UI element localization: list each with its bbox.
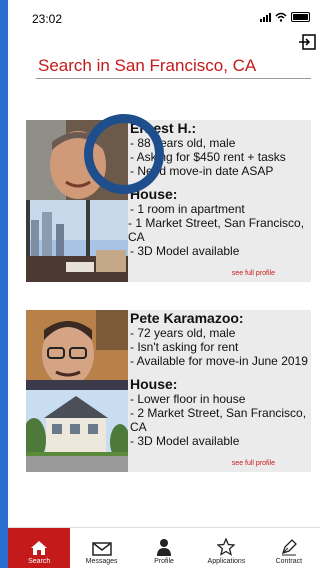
house-detail-line: - 1 Market Street, San Francisco, CA [128, 216, 305, 244]
house-detail-line: - 3D Model available [130, 244, 240, 258]
title-divider [36, 78, 311, 79]
tab-profile[interactable]: Profile [133, 528, 195, 568]
person-photo [26, 310, 128, 390]
tab-label: Profile [154, 558, 174, 565]
tab-search[interactable]: Search [8, 528, 71, 568]
mail-icon [91, 542, 112, 556]
detail-line: - Available for move-in June 2019 [130, 354, 308, 368]
house-detail-line: - Lower floor in house [130, 392, 246, 406]
person-icon [157, 539, 172, 556]
pen-icon [281, 539, 297, 556]
tab-label: Search [28, 558, 51, 565]
house-heading: House: [130, 186, 178, 202]
tab-label: Applications [207, 558, 246, 565]
detail-line: - Isn't asking for rent [130, 340, 239, 354]
loading-ring [84, 114, 164, 194]
tab-label: Messages [85, 558, 118, 565]
tab-messages[interactable]: Messages [70, 528, 132, 568]
house-detail-line: - 1 room in apartment [130, 202, 245, 216]
status-icons [260, 12, 310, 22]
tenant-name: Pete Karamazoo: [130, 310, 244, 326]
wifi-icon [275, 12, 287, 22]
status-bar: 23:02 [8, 0, 320, 34]
logout-icon[interactable] [298, 34, 316, 50]
star-icon [217, 538, 236, 556]
page-title: Search in San Francisco, CA [38, 56, 257, 75]
tab-applications[interactable]: Applications [195, 528, 257, 568]
tab-bar: Search Messages Profile Applications Con… [8, 527, 320, 568]
signal-icon [260, 12, 271, 22]
see-profile-link[interactable]: see full profile [232, 460, 275, 467]
tab-contract[interactable]: Contract [258, 528, 320, 568]
detail-line: - 72 years old, male [130, 326, 236, 340]
listing-card[interactable]: Pete Karamazoo: - 72 years old, male - I… [26, 310, 311, 472]
house-photo [26, 200, 128, 282]
home-icon [31, 541, 48, 555]
house-photo [26, 390, 128, 472]
house-heading: House: [130, 376, 178, 392]
listing-text: Pete Karamazoo: - 72 years old, male - I… [130, 310, 309, 448]
status-time: 23:02 [32, 12, 63, 26]
house-detail-line: - 3D Model available [130, 434, 240, 448]
battery-icon [291, 12, 310, 22]
see-profile-link[interactable]: see full profile [232, 270, 275, 277]
listing-card[interactable]: Ernest H.: - 88 years old, male - Asking… [26, 120, 311, 282]
house-detail-line: - 2 Market Street, San Francisco, CA [130, 406, 307, 434]
tab-label: Contract [275, 558, 303, 565]
phone-screen: 23:02 Search in San Francisco, CA Ernest… [8, 0, 320, 568]
